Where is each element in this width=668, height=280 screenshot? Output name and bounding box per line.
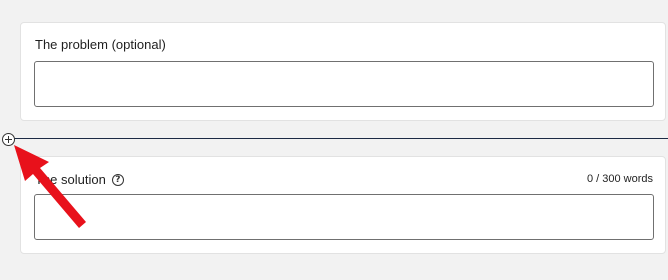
problem-textarea[interactable]	[34, 61, 654, 107]
solution-label: The solution	[35, 172, 106, 187]
question-circle-icon[interactable]: ?	[111, 174, 124, 186]
insert-divider	[14, 138, 668, 139]
solution-textarea[interactable]	[34, 194, 654, 240]
solution-label-group: The solution ?	[35, 172, 124, 188]
problem-label: The problem (optional)	[35, 37, 166, 52]
solution-card: The solution ? 0 / 300 words	[20, 156, 666, 254]
problem-card: The problem (optional)	[20, 22, 666, 121]
form-canvas: The problem (optional) The solution ? 0 …	[0, 0, 668, 280]
plus-circle-icon[interactable]	[2, 133, 15, 146]
word-count: 0 / 300 words	[586, 173, 653, 185]
